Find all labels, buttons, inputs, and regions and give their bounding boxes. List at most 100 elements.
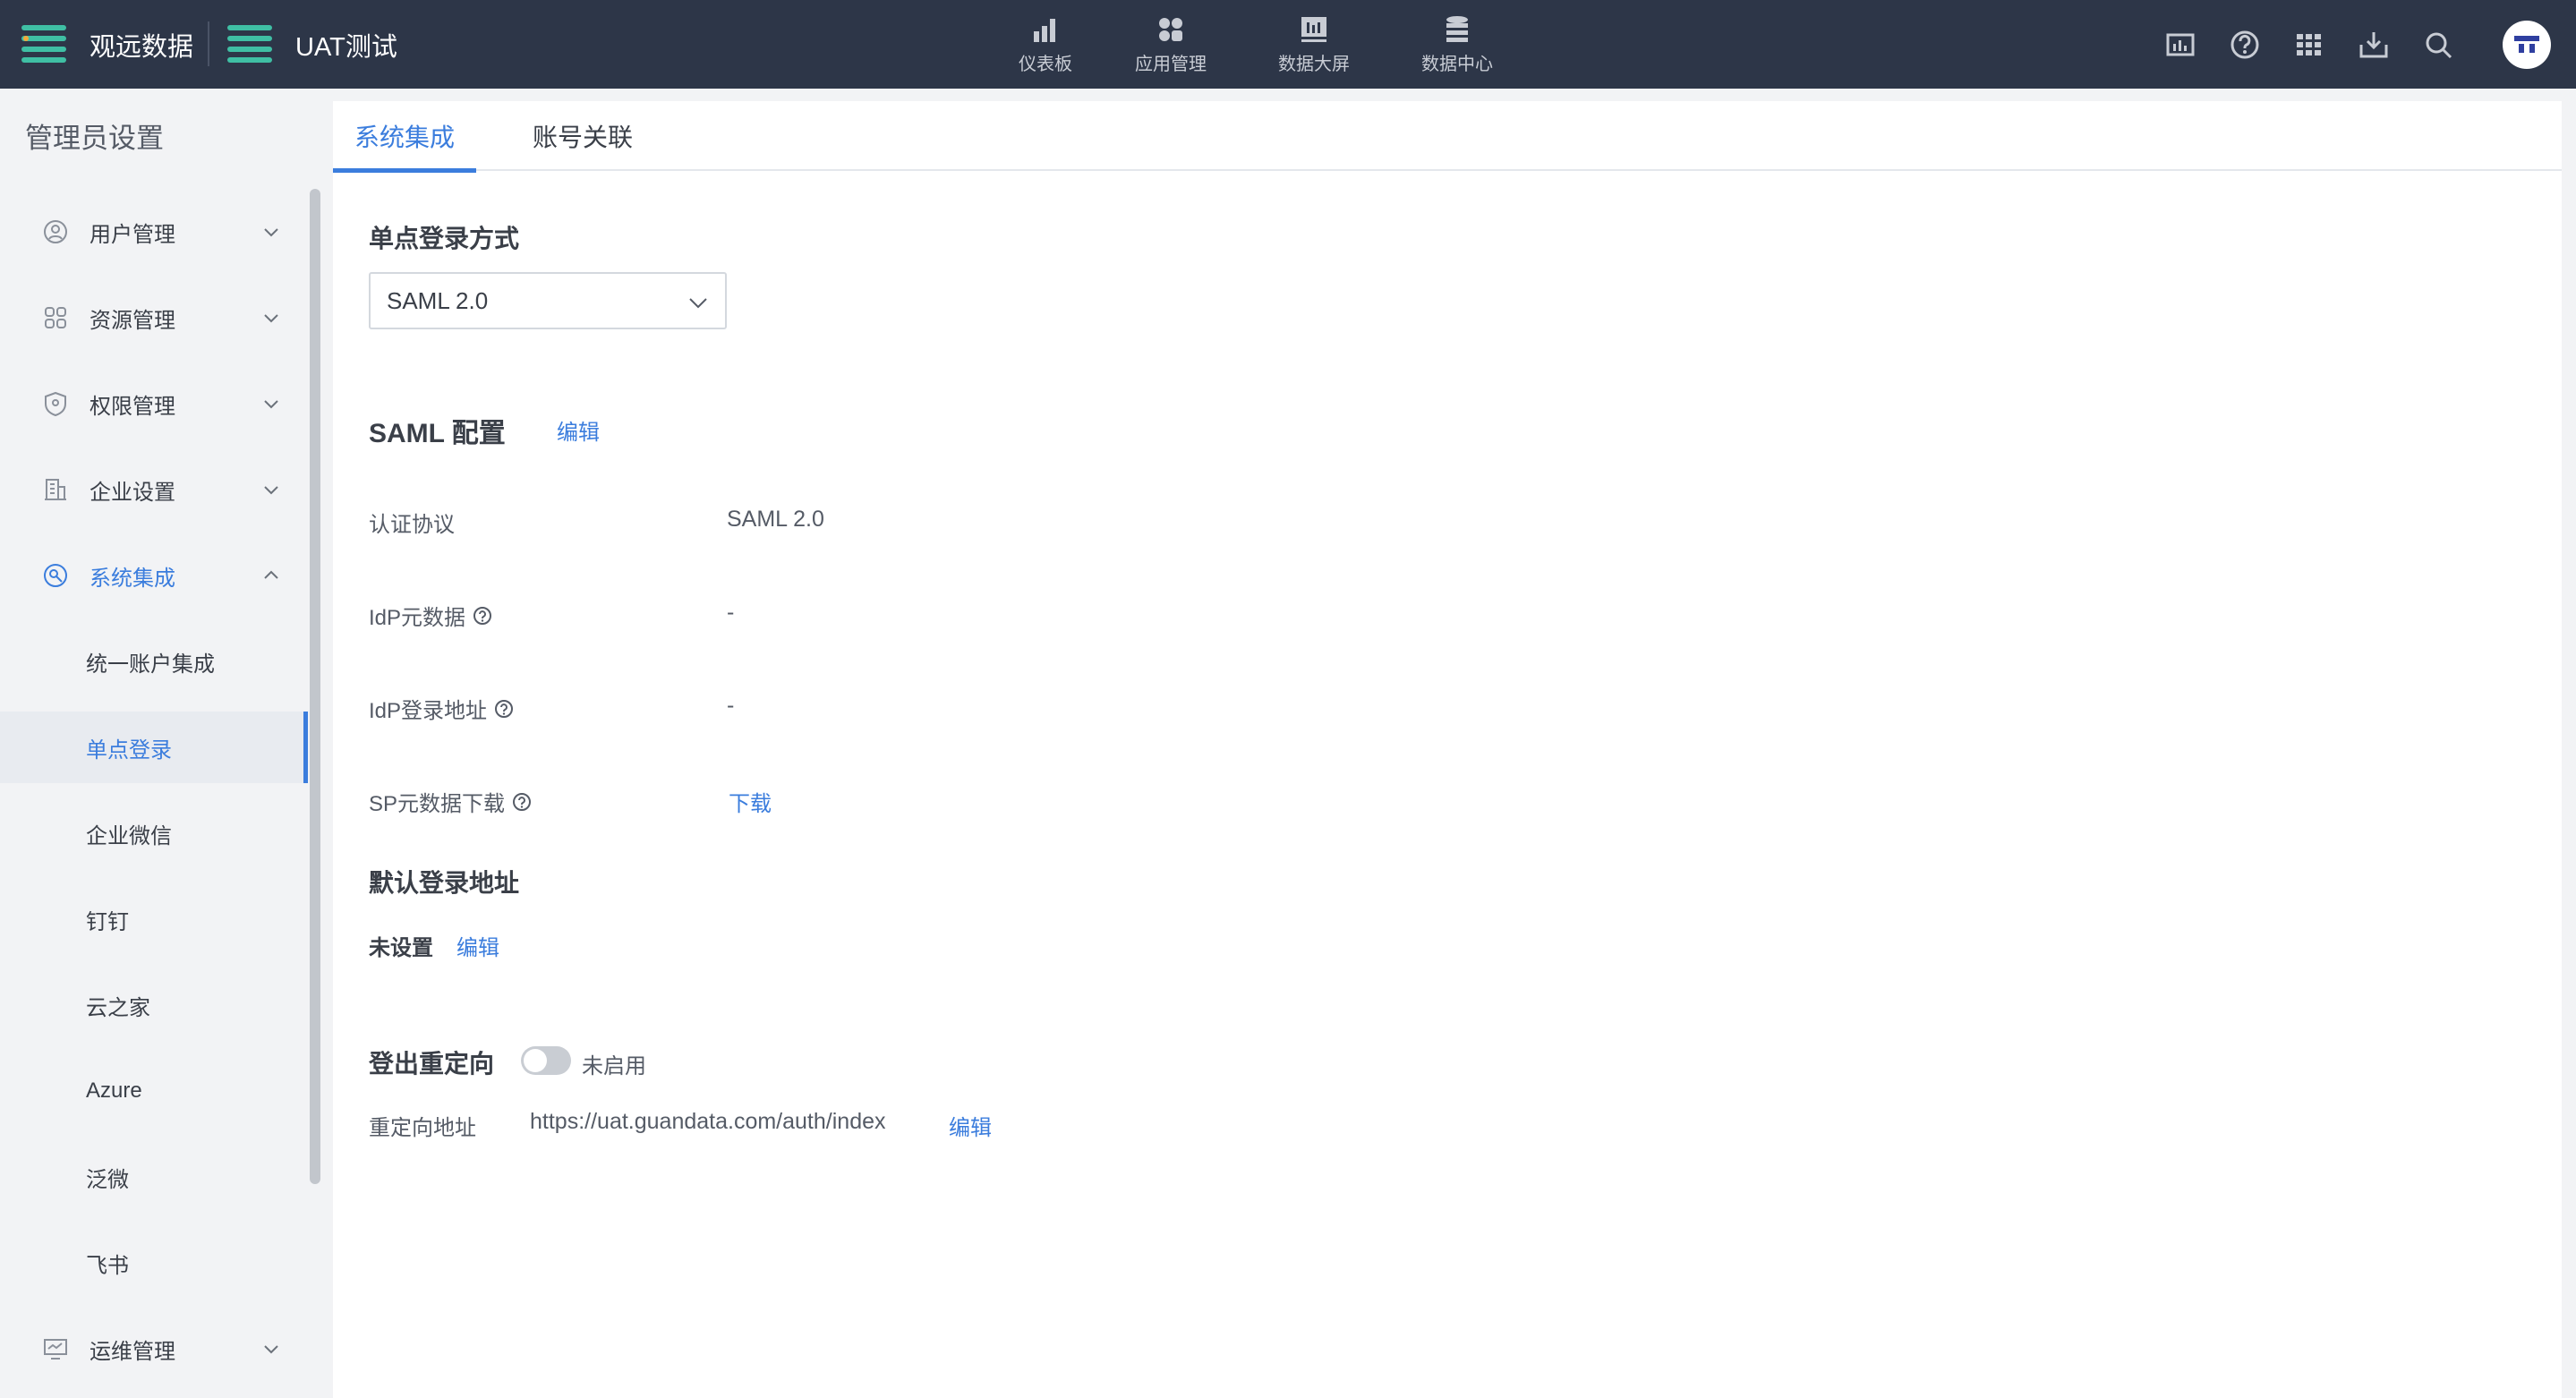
resource-icon [45, 307, 66, 328]
field-sp-metadata-label: SP元数据下载 [369, 786, 532, 817]
sidebar-subitem-dingtalk[interactable]: 钉钉 [0, 883, 308, 955]
sidebar-item-system-integration[interactable]: 系统集成 [0, 540, 308, 611]
search-icon[interactable] [2420, 27, 2456, 63]
sso-method-value: SAML 2.0 [387, 286, 489, 314]
top-nav-right [2148, 0, 2576, 89]
user-avatar[interactable] [2503, 20, 2551, 69]
env-brand[interactable]: UAT测试 [227, 0, 397, 89]
main-panel: 系统集成 账号关联 单点登录方式 SAML 2.0 SAML 配置 编辑 认证协… [333, 101, 2562, 1398]
nav-data-center[interactable]: 数据中心 [1386, 0, 1529, 89]
env-name: UAT测试 [295, 32, 397, 62]
field-auth-protocol-value: SAML 2.0 [727, 507, 824, 532]
sidebar-item-enterprise-settings[interactable]: 企业设置 [0, 454, 308, 525]
sidebar-item-label: 系统集成 [90, 566, 175, 591]
sso-method-select[interactable]: SAML 2.0 [369, 272, 727, 329]
sidebar-subitem-label: 云之家 [86, 995, 150, 1020]
default-login-status: 未设置 [369, 936, 433, 960]
chevron-down-icon [264, 486, 278, 495]
field-idp-login-url-label: IdP登录地址 [369, 693, 514, 724]
sidebar-subitem-sso[interactable]: 单点登录 [0, 712, 308, 783]
toggle-knob [524, 1049, 547, 1072]
chart-board-icon[interactable] [2162, 27, 2198, 63]
nav-data-screen[interactable]: 数据大屏 [1242, 0, 1386, 89]
tab-system-integration[interactable]: 系统集成 [333, 101, 476, 173]
chevron-down-icon [264, 400, 278, 409]
field-label-text: SP元数据下载 [369, 792, 506, 816]
grid-icon[interactable] [2291, 27, 2327, 63]
nav-dashboard[interactable]: 仪表板 [1001, 0, 1090, 89]
field-label-text: IdP元数据 [369, 606, 466, 630]
user-avatar-icon [2514, 35, 2539, 53]
field-label-text: 认证协议 [369, 513, 455, 537]
monitor-icon [44, 1339, 67, 1360]
chevron-down-icon [264, 1345, 278, 1354]
help-icon[interactable] [512, 792, 532, 812]
sidebar-subitem-unified-account[interactable]: 统一账户集成 [0, 626, 308, 697]
saml-edit-link[interactable]: 编辑 [557, 414, 600, 446]
sidebar-subitem-label: 单点登录 [86, 737, 172, 763]
field-idp-metadata-label: IdP元数据 [369, 600, 492, 631]
sidebar-item-ops-management[interactable]: 运维管理 [0, 1313, 308, 1385]
help-icon[interactable] [473, 606, 492, 626]
tab-label: 账号关联 [533, 124, 634, 151]
sidebar-subitem-label: 钉钉 [86, 909, 129, 934]
org-name: 观远数据 [90, 32, 194, 62]
sidebar-item-label: 权限管理 [90, 394, 175, 419]
env-logo-icon [227, 24, 272, 63]
default-login-title: 默认登录地址 [369, 869, 520, 897]
redirect-url-label: 重定向地址 [369, 1116, 476, 1140]
sidebar-subitem-yunzhijia[interactable]: 云之家 [0, 969, 308, 1041]
active-indicator [303, 712, 308, 783]
nav-dashboard-label: 仪表板 [1019, 55, 1072, 74]
sidebar-item-label: 资源管理 [90, 308, 175, 333]
sidebar-subitem-label: 统一账户集成 [86, 652, 215, 677]
nav-app-management[interactable]: 应用管理 [1099, 0, 1242, 89]
help-icon[interactable] [494, 699, 514, 719]
redirect-url-edit-link[interactable]: 编辑 [949, 1110, 992, 1141]
help-icon[interactable] [2227, 27, 2263, 63]
sidebar-item-user-management[interactable]: 用户管理 [0, 196, 308, 268]
download-tray-icon[interactable] [2356, 27, 2392, 63]
sp-metadata-download-link[interactable]: 下载 [729, 786, 772, 817]
building-icon [45, 479, 66, 500]
redirect-url-value: https://uat.guandata.com/auth/index [530, 1109, 886, 1134]
field-idp-login-url-value: - [727, 693, 735, 718]
sidebar-item-permission-management[interactable]: 权限管理 [0, 368, 308, 439]
sidebar-subitem-wecom[interactable]: 企业微信 [0, 797, 308, 869]
sidebar-subitem-label: 企业微信 [86, 823, 172, 848]
chevron-down-icon [689, 298, 707, 309]
bar-chart-icon [1034, 19, 1055, 42]
logout-redirect-title: 登出重定向 [369, 1050, 495, 1078]
database-icon [1446, 16, 1468, 42]
sidebar-item-label: 用户管理 [90, 222, 175, 247]
tab-active-underline [333, 168, 476, 173]
chevron-down-icon [264, 314, 278, 323]
sidebar-item-resource-management[interactable]: 资源管理 [0, 282, 308, 354]
sidebar-subitem-label: 泛微 [86, 1167, 129, 1192]
top-nav-bar: 观远数据 UAT测试 仪表板 应用管理 数据大屏 数据中心 [0, 0, 2576, 89]
sidebar-subitem-feishu[interactable]: 飞书 [0, 1227, 308, 1299]
saml-config-title: SAML 配置 [369, 419, 506, 448]
sidebar-subitem-azure[interactable]: Azure [0, 1055, 308, 1127]
top-nav-center: 仪表板 应用管理 数据大屏 数据中心 [1001, 0, 1529, 89]
field-idp-metadata-value: - [727, 600, 735, 625]
logout-redirect-toggle[interactable] [521, 1046, 571, 1075]
default-login-edit-link[interactable]: 编辑 [456, 930, 499, 961]
screen-icon [1301, 17, 1326, 42]
sidebar-subitem-weaver[interactable]: 泛微 [0, 1141, 308, 1213]
nav-data-screen-label: 数据大屏 [1278, 55, 1350, 74]
org-brand[interactable]: 观远数据 [21, 0, 193, 89]
nav-app-management-label: 应用管理 [1135, 55, 1207, 74]
sidebar-scrollbar[interactable] [310, 189, 320, 1184]
shield-icon [45, 391, 66, 417]
nav-data-center-label: 数据中心 [1421, 55, 1493, 74]
sidebar-item-label: 运维管理 [90, 1339, 175, 1364]
tab-label: 系统集成 [354, 124, 455, 151]
tab-account-link[interactable]: 账号关联 [533, 101, 633, 171]
logout-redirect-toggle-state: 未启用 [582, 1054, 646, 1078]
integration-icon [44, 564, 67, 587]
sidebar-subitem-label: 飞书 [86, 1253, 129, 1278]
org-logo-icon [21, 24, 66, 63]
apps-icon [1159, 18, 1182, 41]
chevron-down-icon [264, 228, 278, 237]
